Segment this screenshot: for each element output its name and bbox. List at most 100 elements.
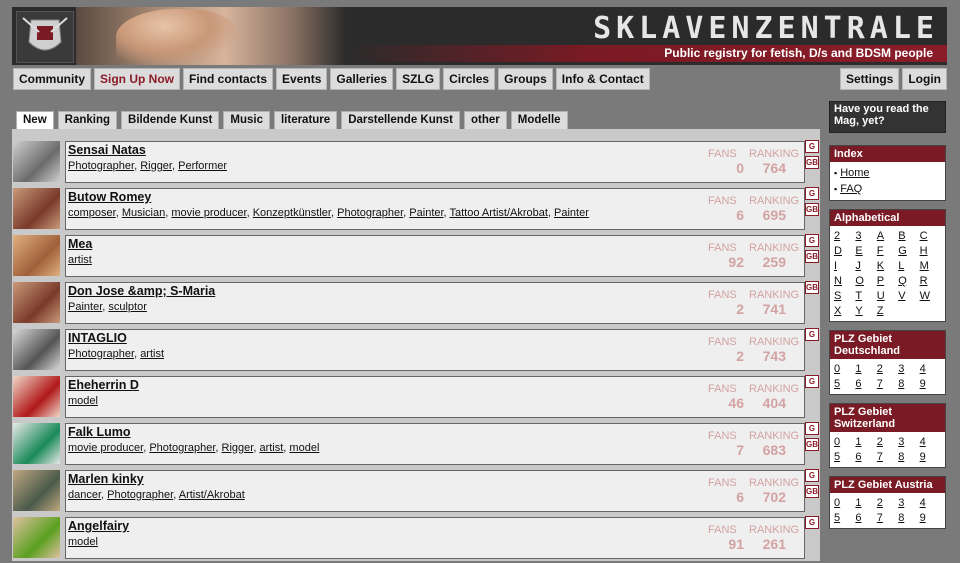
- member-tag-link[interactable]: Photographer: [68, 348, 134, 360]
- badge-g-icon[interactable]: G: [805, 516, 819, 529]
- badge-g-icon[interactable]: G: [805, 234, 819, 247]
- plz-ch-link-9[interactable]: 9: [920, 450, 941, 464]
- badge-g-icon[interactable]: G: [805, 469, 819, 482]
- member-tag-link[interactable]: Painter: [554, 207, 589, 219]
- plz-de-link-7[interactable]: 7: [877, 377, 898, 391]
- tab-darstellende-kunst[interactable]: Darstellende Kunst: [341, 111, 460, 130]
- plz-at-link-0[interactable]: 0: [834, 496, 855, 510]
- member-tag-link[interactable]: Rigger: [222, 442, 254, 454]
- plz-at-link-2[interactable]: 2: [877, 496, 898, 510]
- member-avatar[interactable]: [13, 470, 60, 511]
- member-tag-link[interactable]: composer: [68, 207, 116, 219]
- plz-de-link-5[interactable]: 5: [834, 377, 855, 391]
- plz-ch-link-0[interactable]: 0: [834, 435, 855, 449]
- nav-info-contact[interactable]: Info & Contact: [555, 68, 650, 90]
- plz-at-link-8[interactable]: 8: [898, 511, 919, 525]
- alpha-link-m[interactable]: M: [920, 259, 941, 273]
- tab-other[interactable]: other: [464, 111, 507, 130]
- member-avatar[interactable]: [13, 423, 60, 464]
- member-name-link[interactable]: Angelfairy: [68, 519, 129, 533]
- alpha-link-n[interactable]: N: [834, 274, 855, 288]
- member-tag-link[interactable]: artist: [259, 442, 283, 454]
- alpha-link-2[interactable]: 2: [834, 229, 855, 243]
- tab-bildende-kunst[interactable]: Bildende Kunst: [121, 111, 220, 130]
- alpha-link-3[interactable]: 3: [855, 229, 876, 243]
- alpha-link-g[interactable]: G: [898, 244, 919, 258]
- index-link-faq[interactable]: FAQ: [840, 183, 862, 195]
- badge-gb-icon[interactable]: GB: [805, 156, 819, 169]
- plz-at-link-4[interactable]: 4: [920, 496, 941, 510]
- plz-ch-link-6[interactable]: 6: [855, 450, 876, 464]
- member-tag-link[interactable]: model: [68, 536, 98, 548]
- member-tag-link[interactable]: movie producer: [171, 207, 246, 219]
- tab-music[interactable]: Music: [223, 111, 270, 130]
- alpha-link-w[interactable]: W: [920, 289, 941, 303]
- nav-galleries[interactable]: Galleries: [330, 68, 394, 90]
- plz-de-link-2[interactable]: 2: [877, 362, 898, 376]
- member-tag-link[interactable]: model: [68, 395, 98, 407]
- alpha-link-t[interactable]: T: [855, 289, 876, 303]
- alpha-link-c[interactable]: C: [920, 229, 941, 243]
- badge-g-icon[interactable]: G: [805, 187, 819, 200]
- alpha-link-f[interactable]: F: [877, 244, 898, 258]
- member-tag-link[interactable]: artist: [140, 348, 164, 360]
- plz-de-link-6[interactable]: 6: [855, 377, 876, 391]
- member-name-link[interactable]: Marlen kinky: [68, 472, 144, 486]
- member-tag-link[interactable]: Painter: [68, 301, 102, 313]
- nav-settings[interactable]: Settings: [840, 68, 900, 90]
- member-tag-link[interactable]: artist: [68, 254, 92, 266]
- tab-new[interactable]: New: [16, 111, 54, 130]
- member-tag-link[interactable]: Tattoo Artist/Akrobat: [449, 207, 547, 219]
- plz-ch-link-5[interactable]: 5: [834, 450, 855, 464]
- tab-ranking[interactable]: Ranking: [57, 111, 118, 130]
- alpha-link-x[interactable]: X: [834, 304, 855, 318]
- nav-groups[interactable]: Groups: [498, 68, 553, 90]
- member-tag-link[interactable]: Artist/Akrobat: [179, 489, 245, 501]
- member-avatar[interactable]: [13, 517, 60, 558]
- nav-find-contacts[interactable]: Find contacts: [183, 68, 274, 90]
- badge-gb-icon[interactable]: GB: [805, 485, 819, 498]
- nav-community[interactable]: Community: [13, 68, 91, 90]
- member-name-link[interactable]: Eheherrin D: [68, 378, 139, 392]
- member-avatar[interactable]: [13, 235, 60, 276]
- member-tag-link[interactable]: Photographer: [68, 160, 134, 172]
- member-tag-link[interactable]: dancer: [68, 489, 101, 501]
- plz-de-link-1[interactable]: 1: [855, 362, 876, 376]
- plz-de-link-8[interactable]: 8: [898, 377, 919, 391]
- member-tag-link[interactable]: Konzeptkünstler: [253, 207, 331, 219]
- alpha-link-q[interactable]: Q: [898, 274, 919, 288]
- mag-promo[interactable]: Have you read the Mag, yet?: [829, 101, 946, 133]
- plz-at-link-3[interactable]: 3: [898, 496, 919, 510]
- plz-ch-link-1[interactable]: 1: [855, 435, 876, 449]
- badge-gb-icon[interactable]: GB: [805, 281, 819, 294]
- member-avatar[interactable]: [13, 329, 60, 370]
- member-name-link[interactable]: Mea: [68, 237, 92, 251]
- alpha-link-l[interactable]: L: [898, 259, 919, 273]
- plz-ch-link-3[interactable]: 3: [898, 435, 919, 449]
- alpha-link-z[interactable]: Z: [877, 304, 898, 318]
- alpha-link-j[interactable]: J: [855, 259, 876, 273]
- plz-at-link-9[interactable]: 9: [920, 511, 941, 525]
- member-tag-link[interactable]: sculptor: [108, 301, 147, 313]
- member-tag-link[interactable]: Performer: [178, 160, 227, 172]
- badge-g-icon[interactable]: G: [805, 328, 819, 341]
- nav-circles[interactable]: Circles: [443, 68, 496, 90]
- plz-at-link-5[interactable]: 5: [834, 511, 855, 525]
- alpha-link-a[interactable]: A: [877, 229, 898, 243]
- member-name-link[interactable]: Butow Romey: [68, 190, 151, 204]
- member-tag-link[interactable]: Painter: [409, 207, 443, 219]
- member-tag-link[interactable]: Photographer: [337, 207, 403, 219]
- nav-sign-up-now[interactable]: Sign Up Now: [94, 68, 180, 90]
- alpha-link-e[interactable]: E: [855, 244, 876, 258]
- nav-login[interactable]: Login: [902, 68, 947, 90]
- member-avatar[interactable]: [13, 141, 60, 182]
- alpha-link-s[interactable]: S: [834, 289, 855, 303]
- site-banner[interactable]: SKLAVENZENTRALE Public registry for feti…: [12, 7, 947, 65]
- member-avatar[interactable]: [13, 376, 60, 417]
- plz-de-link-0[interactable]: 0: [834, 362, 855, 376]
- badge-g-icon[interactable]: G: [805, 375, 819, 388]
- alpha-link-v[interactable]: V: [898, 289, 919, 303]
- alpha-link-o[interactable]: O: [855, 274, 876, 288]
- member-avatar[interactable]: [13, 188, 60, 229]
- member-tag-link[interactable]: model: [289, 442, 319, 454]
